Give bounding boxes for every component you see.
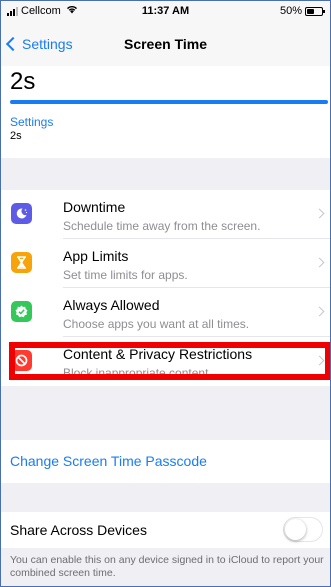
always-allowed-icon: [11, 301, 32, 322]
battery-percent: 50%: [279, 5, 302, 17]
chevron-right-icon: [314, 208, 325, 219]
usage-total: 2s: [10, 68, 36, 95]
always-allowed-row[interactable]: Always Allowed Choose apps you want at a…: [0, 288, 331, 337]
battery-icon: [305, 6, 325, 16]
change-passcode-link[interactable]: Change Screen Time Passcode: [10, 453, 207, 469]
app-limits-title: App Limits: [63, 248, 129, 264]
share-across-devices-toggle[interactable]: [283, 517, 323, 542]
always-allowed-description: Choose apps you want at all times.: [63, 317, 250, 331]
chevron-right-icon: [314, 257, 325, 268]
downtime-description: Schedule time away from the screen.: [63, 219, 261, 233]
downtime-icon: [11, 203, 32, 224]
page-title: Screen Time: [123, 36, 207, 52]
app-limits-description: Set time limits for apps.: [63, 268, 188, 282]
always-allowed-title: Always Allowed: [63, 297, 160, 313]
chevron-right-icon: [314, 306, 325, 317]
usage-bar: [10, 100, 328, 104]
battery-status: 50%: [279, 5, 325, 17]
app-limits-icon: [11, 252, 32, 273]
status-bar: Cellcom 11:37 AM 50%: [0, 0, 331, 24]
share-footer-note: You can enable this on any device signed…: [10, 554, 324, 579]
change-passcode-row[interactable]: Change Screen Time Passcode: [0, 440, 331, 483]
usage-category-value: 2s: [10, 130, 22, 142]
downtime-title: Downtime: [63, 199, 126, 215]
usage-category-label: Settings: [10, 115, 54, 129]
app-limits-row[interactable]: App Limits Set time limits for apps.: [0, 239, 331, 288]
navigation-bar: Settings Screen Time: [0, 24, 331, 66]
share-across-devices-row: Share Across Devices: [0, 512, 331, 548]
usage-summary[interactable]: 2s Settings 2s: [0, 66, 331, 158]
downtime-row[interactable]: Downtime Schedule time away from the scr…: [0, 190, 331, 239]
share-across-devices-label: Share Across Devices: [10, 522, 147, 538]
toggle-knob: [285, 519, 306, 540]
highlight-annotation: [9, 342, 331, 380]
